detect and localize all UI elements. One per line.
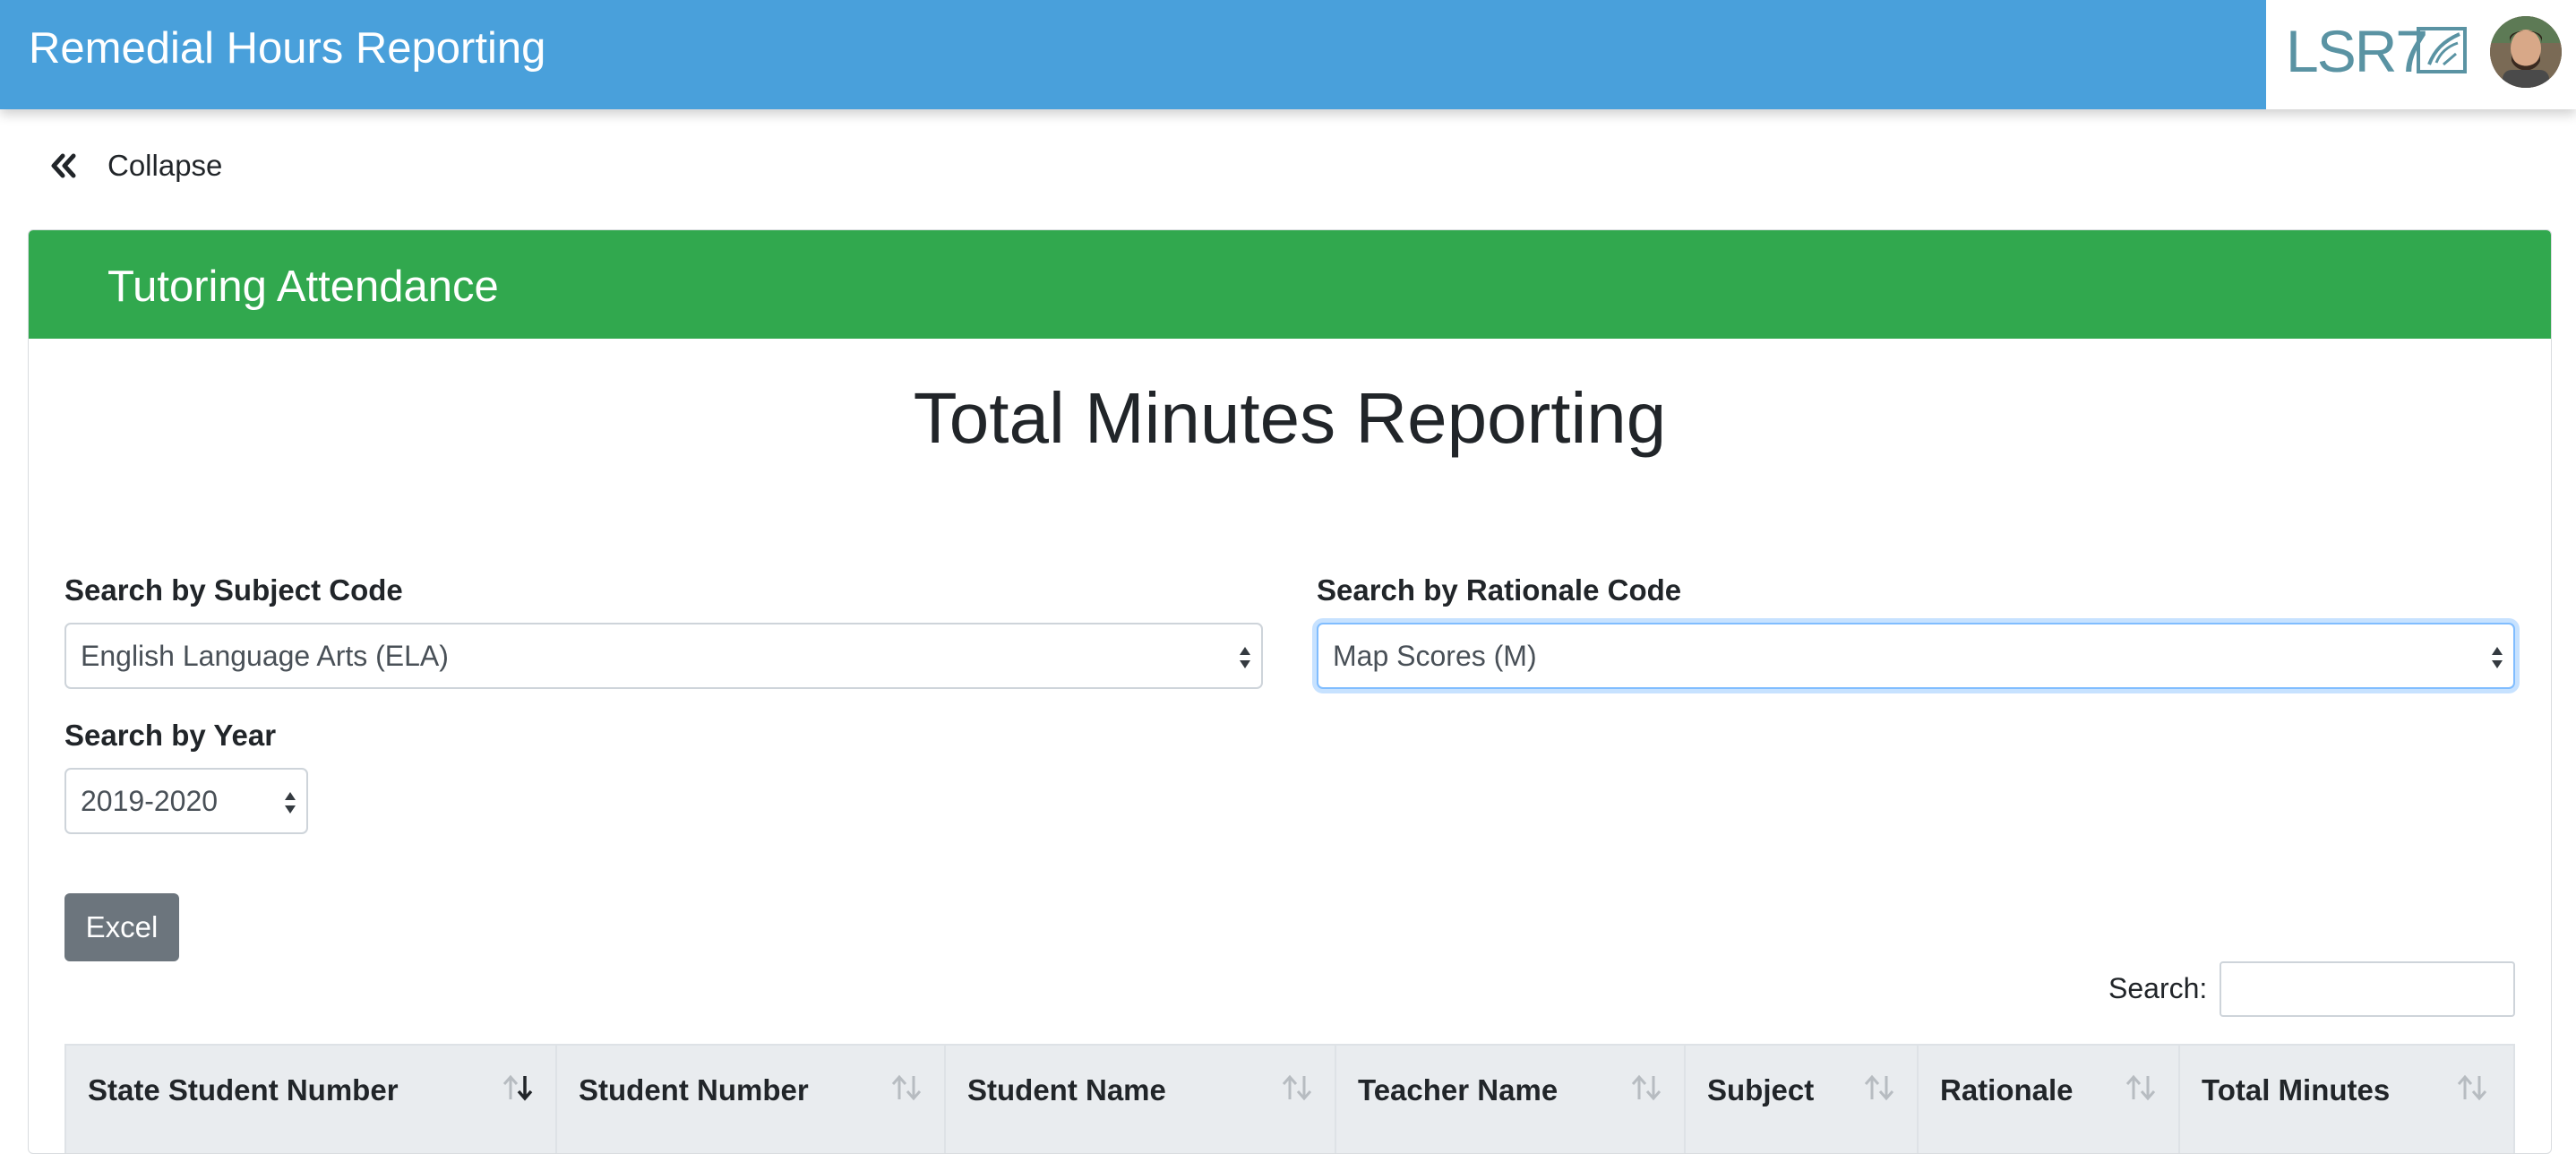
- app-title[interactable]: Remedial Hours Reporting: [29, 22, 545, 75]
- card-title: Tutoring Attendance: [107, 263, 499, 311]
- select-arrows-icon: [2492, 647, 2503, 668]
- user-avatar-image: [2490, 16, 2562, 88]
- subject-code-label: Search by Subject Code: [64, 573, 403, 607]
- column-header-student-number[interactable]: Student Number: [557, 1046, 946, 1153]
- select-arrows-icon: [1240, 647, 1250, 668]
- tutoring-attendance-card: Tutoring Attendance Total Minutes Report…: [28, 229, 2552, 1154]
- collapse-button[interactable]: Collapse: [48, 145, 222, 186]
- year-label: Search by Year: [64, 719, 277, 752]
- top-navbar: Remedial Hours Reporting LSR7: [0, 0, 2576, 109]
- column-header-total-minutes[interactable]: Total Minutes: [2180, 1046, 2513, 1153]
- rationale-code-value: Map Scores (M): [1333, 640, 1537, 672]
- brand-area: LSR7: [2266, 0, 2576, 109]
- column-header-student-name[interactable]: Student Name: [946, 1046, 1336, 1153]
- rationale-code-label: Search by Rationale Code: [1317, 573, 1682, 607]
- column-header-label: Total Minutes: [2202, 1073, 2391, 1107]
- column-header-label: Subject: [1707, 1073, 1815, 1107]
- double-chevron-left-icon: [51, 153, 76, 178]
- sort-icon: [1282, 1074, 1312, 1101]
- sort-descending-icon: [502, 1074, 533, 1101]
- table-search-input[interactable]: [2220, 961, 2515, 1017]
- column-header-label: Student Number: [579, 1073, 809, 1107]
- column-header-label: Student Name: [967, 1073, 1166, 1107]
- sort-icon: [2125, 1074, 2156, 1101]
- brand-emblem-icon: [2417, 27, 2467, 73]
- rationale-code-select[interactable]: Map Scores (M): [1317, 623, 2515, 689]
- column-header-state-student-number[interactable]: State Student Number: [66, 1046, 557, 1153]
- collapse-label: Collapse: [107, 149, 223, 182]
- column-header-label: State Student Number: [88, 1073, 399, 1107]
- column-header-subject[interactable]: Subject: [1686, 1046, 1919, 1153]
- table-header-row: State Student Number Student Number Stud…: [64, 1044, 2515, 1153]
- column-header-label: Rationale: [1940, 1073, 2074, 1107]
- sort-icon: [2457, 1074, 2487, 1101]
- column-header-label: Teacher Name: [1358, 1073, 1558, 1107]
- page-heading: Total Minutes Reporting: [913, 378, 1667, 458]
- subject-code-value: English Language Arts (ELA): [81, 640, 449, 672]
- user-avatar[interactable]: [2490, 16, 2562, 88]
- sort-icon: [1864, 1074, 1894, 1101]
- subject-code-select[interactable]: English Language Arts (ELA): [64, 623, 1263, 689]
- table-search-label: Search:: [2108, 972, 2208, 1004]
- column-header-teacher-name[interactable]: Teacher Name: [1336, 1046, 1686, 1153]
- sort-icon: [891, 1074, 922, 1101]
- column-header-rationale[interactable]: Rationale: [1919, 1046, 2180, 1153]
- brand-logo[interactable]: LSR7: [2286, 20, 2428, 82]
- card-header: Tutoring Attendance: [29, 230, 2551, 339]
- sort-icon: [1631, 1074, 1662, 1101]
- year-value: 2019-2020: [81, 785, 219, 817]
- select-arrows-icon: [285, 792, 296, 814]
- year-select[interactable]: 2019-2020: [64, 768, 308, 834]
- excel-export-button[interactable]: Excel: [64, 893, 179, 961]
